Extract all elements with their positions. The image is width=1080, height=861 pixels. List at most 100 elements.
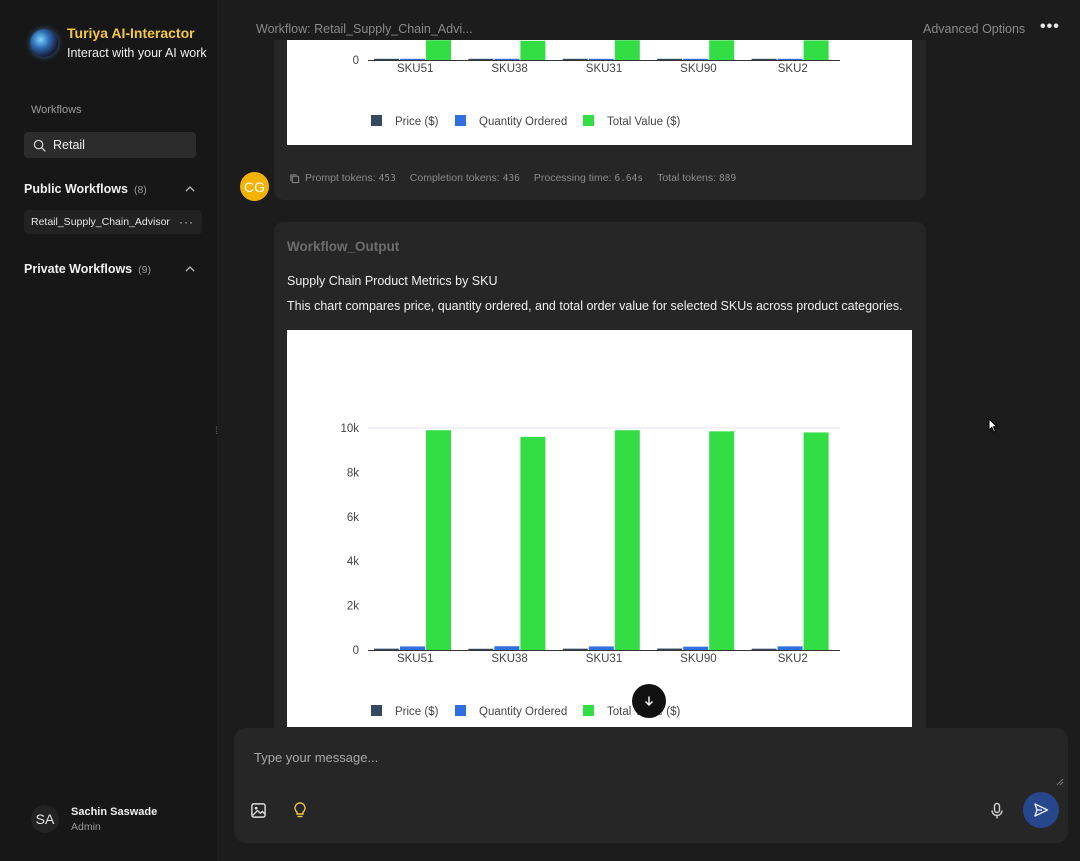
total-tokens-value: 889	[719, 173, 737, 184]
processing-time-label: Processing time:	[533, 172, 612, 184]
arrow-down-icon	[645, 696, 653, 706]
bar	[374, 648, 399, 650]
bar	[777, 646, 803, 650]
search-icon	[33, 139, 46, 152]
legend-swatch	[455, 115, 466, 126]
assistant-avatar: CG	[240, 172, 269, 201]
prompt-tokens-label: Prompt tokens:	[305, 172, 376, 184]
private-workflows-count: (9)	[138, 264, 151, 276]
legend-swatch	[371, 115, 382, 126]
token-stats: Prompt tokens: 453 Completion tokens: 436 …	[289, 172, 750, 184]
bar	[657, 58, 683, 60]
message-input[interactable]	[254, 750, 954, 765]
bar	[426, 40, 451, 60]
completion-tokens-label: Completion tokens:	[409, 172, 500, 184]
chevron-up-icon[interactable]	[184, 263, 196, 275]
public-workflows-title: Public Workflows	[24, 182, 128, 196]
copy-icon[interactable]	[289, 173, 300, 184]
bar	[494, 58, 520, 60]
sidebar: Turiya AI-Interactor Interact with your …	[0, 0, 217, 861]
chevron-up-icon[interactable]	[184, 183, 196, 195]
x-tick-label: SKU31	[586, 653, 622, 665]
user-avatar: SA	[31, 805, 59, 833]
bar	[562, 648, 588, 650]
bar	[520, 40, 546, 60]
brand[interactable]: Turiya AI-Interactor Interact with your …	[30, 25, 207, 61]
bar	[562, 58, 588, 60]
advanced-options-button[interactable]: Advanced Options	[923, 22, 1025, 36]
bar	[520, 436, 546, 650]
image-icon	[250, 802, 266, 818]
app-title: Turiya AI-Interactor	[67, 25, 195, 41]
bar	[683, 646, 709, 650]
app-logo	[30, 29, 58, 57]
bar-chart-1: 0 SKU51 SKU38 SKU31 SKU90 SKU2 Price ($) Quanti…	[353, 40, 840, 128]
resize-grip-icon[interactable]	[1056, 778, 1064, 786]
processing-time-value: 6.64s	[614, 173, 644, 184]
bar	[777, 58, 803, 60]
legend-label: Quantity Ordered	[479, 706, 567, 718]
send-button[interactable]	[1023, 792, 1059, 828]
suggestions-button[interactable]	[289, 799, 311, 821]
public-workflows-header[interactable]: Public Workflows (8)	[24, 182, 196, 196]
x-tick-label: SKU51	[397, 653, 433, 665]
bar	[803, 40, 829, 60]
y-tick-label: 8k	[347, 467, 359, 479]
x-tick-label: SKU2	[778, 653, 808, 665]
public-workflows-count: (8)	[133, 184, 147, 196]
lightbulb-icon	[294, 802, 306, 818]
x-tick-label: SKU2	[778, 63, 808, 75]
bar	[751, 648, 777, 650]
x-tick-label: SKU51	[397, 63, 433, 75]
bar	[494, 646, 520, 650]
y-tick-label: 10k	[340, 423, 359, 435]
completion-tokens-value: 436	[502, 173, 520, 184]
more-options-icon[interactable]: ···	[179, 215, 194, 229]
bar	[426, 430, 451, 650]
workflow-item-label: Retail_Supply_Chain_Advisor	[31, 216, 170, 228]
bar	[400, 58, 425, 60]
microphone-button[interactable]	[986, 800, 1008, 822]
x-tick-label: SKU38	[491, 63, 527, 75]
legend-swatch	[455, 705, 466, 716]
legend-label: Total Value ($)	[607, 116, 680, 128]
message-composer	[234, 728, 1068, 843]
chart-container: 0 SKU51 SKU38 SKU31 SKU90 SKU2 Price ($) Quanti…	[287, 40, 912, 145]
attach-image-button[interactable]	[247, 799, 269, 821]
legend-swatch	[583, 705, 594, 716]
user-profile[interactable]: SA Sachin Saswade Admin	[31, 805, 157, 833]
x-tick-label: SKU38	[491, 653, 527, 665]
chart-container: 0 2k 4k 6k 8k 10k SKU51 SKU38 SKU31 SKU90 SKU2 Pric…	[287, 330, 912, 727]
chart-heading: Supply Chain Product Metrics by SKU	[287, 274, 498, 288]
bar	[683, 58, 709, 60]
bar	[751, 58, 777, 60]
more-menu-icon[interactable]: •••	[1040, 18, 1060, 36]
bar	[588, 58, 614, 60]
private-workflows-header[interactable]: Private Workflows (9)	[24, 262, 196, 276]
bar	[803, 432, 829, 650]
private-workflows-title: Private Workflows	[24, 262, 133, 276]
search-input[interactable]	[53, 138, 183, 152]
y-tick-label: 6k	[347, 512, 359, 524]
bar	[709, 40, 735, 60]
y-tick-label: 2k	[347, 601, 359, 613]
workflow-item[interactable]: Retail_Supply_Chain_Advisor ···	[24, 210, 202, 234]
bar	[614, 430, 640, 650]
chart-description: This chart compares price, quantity orde…	[287, 299, 903, 313]
y-tick-label: 4k	[347, 556, 359, 568]
bar	[657, 648, 683, 650]
workflow-search[interactable]	[24, 132, 196, 158]
legend-swatch	[583, 115, 594, 126]
app-subtitle: Interact with your AI work	[67, 46, 207, 60]
prompt-tokens-value: 453	[378, 173, 396, 184]
bar	[614, 40, 640, 60]
scroll-down-button[interactable]	[632, 684, 666, 718]
y-tick-label: 0	[353, 55, 359, 67]
resize-handle-icon[interactable]: ⁞	[215, 426, 218, 437]
legend-label: Price ($)	[395, 706, 439, 718]
workflows-label: Workflows	[31, 104, 82, 116]
microphone-icon	[991, 802, 1003, 819]
bar	[468, 58, 494, 60]
mouse-cursor-icon	[988, 418, 998, 433]
legend-swatch	[371, 705, 382, 716]
